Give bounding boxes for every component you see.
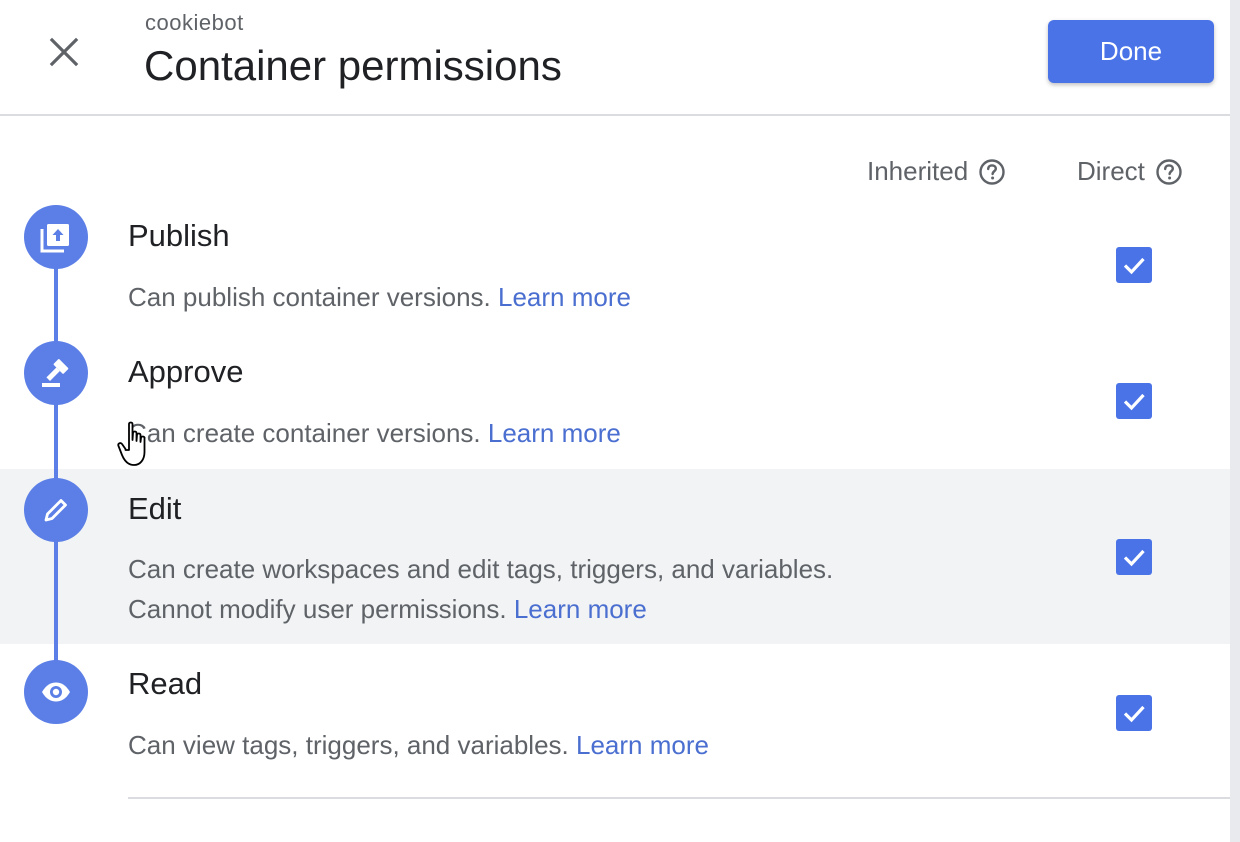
learn-more-link[interactable]: Learn more [488, 418, 621, 448]
permission-timeline [54, 236, 58, 692]
direct-checkbox-approve[interactable] [1116, 383, 1152, 419]
description-text: Can create container versions. [128, 418, 481, 448]
permission-row-edit: Edit Can create workspaces and edit tags… [0, 469, 1230, 644]
description-text: Can create workspaces and edit tags, tri… [128, 554, 834, 624]
learn-more-link[interactable]: Learn more [498, 282, 631, 312]
publish-icon [24, 205, 88, 269]
permission-row-publish: Publish Can publish container versions. … [0, 200, 1230, 332]
dialog-header: cookiebot Container permissions Done [0, 0, 1230, 116]
eye-icon [24, 660, 88, 724]
direct-checkbox-edit[interactable] [1116, 539, 1152, 575]
permission-description: Can view tags, triggers, and variables. … [128, 725, 888, 765]
learn-more-link[interactable]: Learn more [576, 730, 709, 760]
permission-title: Publish [128, 218, 230, 253]
column-label-inherited: Inherited [867, 156, 969, 186]
help-icon[interactable] [1155, 158, 1183, 186]
bottom-divider [128, 797, 1230, 799]
direct-checkbox-publish[interactable] [1116, 247, 1152, 283]
permission-title: Read [128, 666, 203, 701]
checkmark-icon [1123, 257, 1145, 275]
permission-row-approve: Approve Can create container versions. L… [0, 336, 1230, 468]
permissions-dialog: cookiebot Container permissions Done Inh… [0, 0, 1240, 842]
checkmark-icon [1123, 549, 1145, 567]
learn-more-link[interactable]: Learn more [514, 594, 647, 624]
permission-row-read: Read Can view tags, triggers, and variab… [0, 648, 1230, 788]
pencil-icon [24, 478, 88, 542]
description-text: Can publish container versions. [128, 282, 491, 312]
close-icon [49, 37, 79, 67]
permission-description: Can create container versions. Learn mor… [128, 413, 888, 453]
done-button[interactable]: Done [1048, 20, 1214, 83]
direct-checkbox-read[interactable] [1116, 695, 1152, 731]
container-name: cookiebot [145, 10, 244, 35]
column-header-inherited: Inherited [867, 156, 1006, 187]
scrollbar-track[interactable] [1230, 0, 1240, 842]
page-title: Container permissions [144, 42, 562, 89]
checkmark-icon [1123, 393, 1145, 411]
permission-description: Can create workspaces and edit tags, tri… [128, 549, 848, 629]
column-header-direct: Direct [1077, 156, 1183, 187]
permission-title: Approve [128, 354, 244, 389]
gavel-icon [24, 341, 88, 405]
help-icon[interactable] [978, 158, 1006, 186]
column-label-direct: Direct [1077, 156, 1145, 186]
close-button[interactable] [40, 28, 88, 76]
permission-description: Can publish container versions. Learn mo… [128, 277, 888, 317]
description-text: Can view tags, triggers, and variables. [128, 730, 569, 760]
permission-title: Edit [128, 491, 182, 526]
checkmark-icon [1123, 705, 1145, 723]
hand-cursor-icon [116, 420, 156, 475]
